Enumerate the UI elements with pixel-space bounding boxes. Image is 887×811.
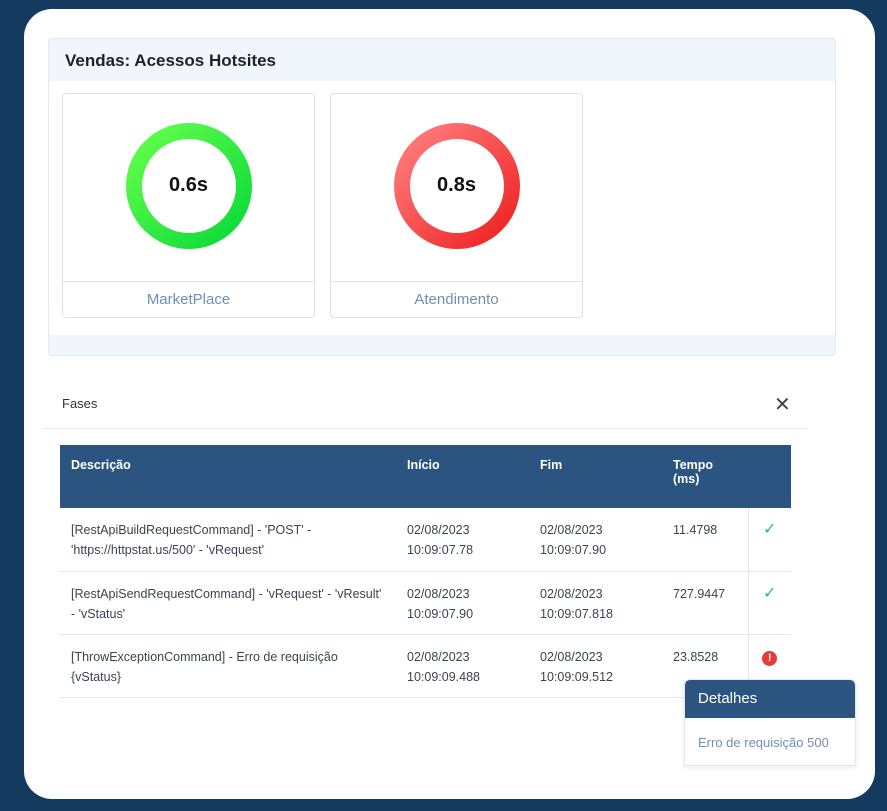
close-icon[interactable]: ✕ (774, 392, 791, 417)
col-status (748, 445, 791, 508)
check-icon: ✓ (763, 584, 777, 602)
check-icon: ✓ (763, 521, 777, 538)
cell-descricao: [RestApiSendRequestCommand] - 'vRequest'… (60, 571, 396, 635)
cell-fim: 02/08/2023 10:09:07.90 (529, 508, 662, 572)
col-fim: Fim (529, 445, 662, 508)
gauge-value: 0.6s (169, 174, 208, 196)
col-tempo: Tempo (ms) (662, 445, 748, 508)
gauge: 0.8s (331, 94, 582, 280)
gauge-label: MarketPlace (63, 281, 314, 317)
cell-inicio: 02/08/2023 10:09:07.90 (396, 571, 529, 635)
gauge-value: 0.8s (437, 174, 476, 196)
cell-tempo: 727.9447 (662, 571, 748, 635)
divider (44, 428, 808, 429)
phases-modal: Fases ✕ Descrição Início Fim Tempo (ms) … (44, 382, 808, 720)
cell-fim: 02/08/2023 10:09:07.818 (529, 571, 662, 635)
table-row[interactable]: [ThrowExceptionCommand] - Erro de requis… (60, 634, 791, 698)
gauge-label: Atendimento (331, 281, 582, 317)
gauge-tile-marketplace[interactable]: 0.6s MarketPlace (62, 93, 315, 318)
gauge-tile-atendimento[interactable]: 0.8s Atendimento (330, 93, 583, 318)
hotsites-panel: Vendas: Acessos Hotsites 0.6s MarketPlac… (48, 38, 836, 356)
cell-inicio: 02/08/2023 10:09:07.78 (396, 508, 529, 572)
panel-title: Vendas: Acessos Hotsites (65, 51, 277, 70)
phases-table: Descrição Início Fim Tempo (ms) [RestApi… (60, 445, 791, 698)
cell-descricao: [RestApiBuildRequestCommand] - 'POST' - … (60, 508, 396, 572)
table-header-row: Descrição Início Fim Tempo (ms) (60, 445, 791, 508)
cell-tempo: 11.4798 (662, 508, 748, 572)
table-row[interactable]: [RestApiSendRequestCommand] - 'vRequest'… (60, 571, 791, 635)
cell-fim: 02/08/2023 10:09:09.512 (529, 634, 662, 698)
gauge: 0.6s (63, 94, 314, 280)
cell-status: ✓ (747, 508, 791, 572)
cell-inicio: 02/08/2023 10:09:09.488 (396, 634, 529, 698)
details-message: Erro de requisição 500 (698, 735, 829, 750)
col-inicio: Início (396, 445, 529, 508)
cell-descricao: [ThrowExceptionCommand] - Erro de requis… (60, 634, 396, 698)
modal-title: Fases (62, 396, 98, 411)
error-icon[interactable]: ! (762, 650, 778, 666)
cell-status: ✓ (747, 571, 791, 635)
details-title: Detalhes (685, 680, 855, 718)
col-descricao: Descrição (60, 445, 396, 508)
details-popover: Detalhes Erro de requisição 500 (684, 679, 856, 766)
table-row[interactable]: [RestApiBuildRequestCommand] - 'POST' - … (60, 508, 791, 572)
